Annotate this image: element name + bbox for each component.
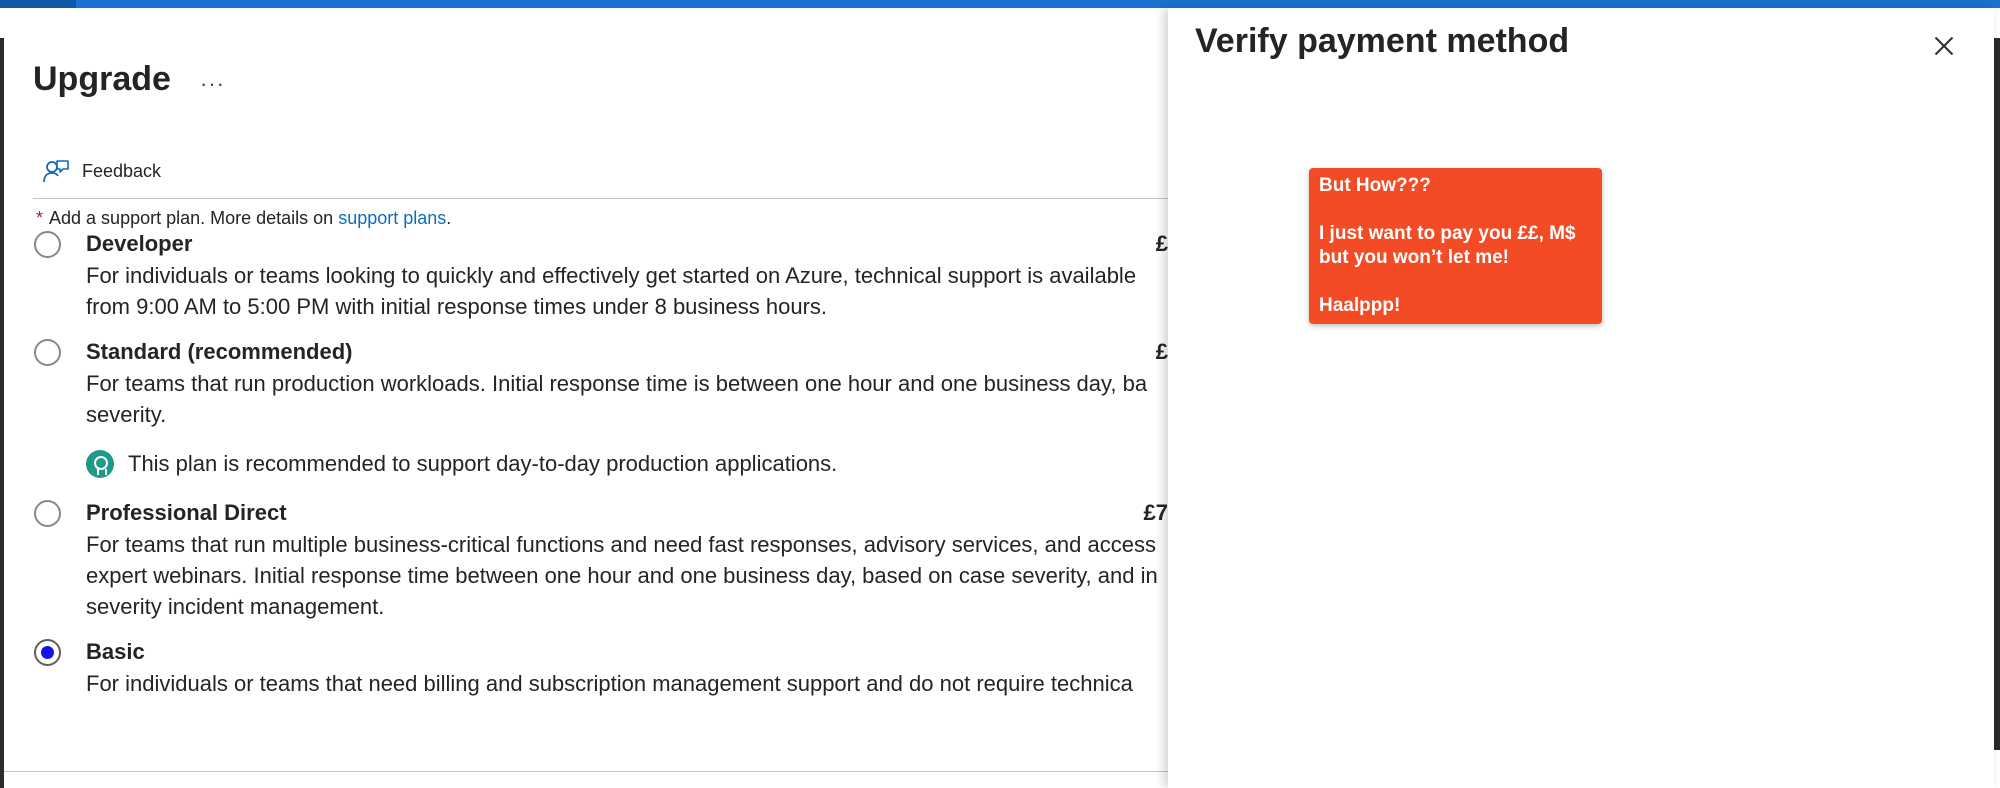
panel-title: Verify payment method [1195, 22, 1570, 60]
plan-price: £ [1155, 231, 1168, 256]
note-spacer [1319, 270, 1592, 294]
close-icon[interactable] [1930, 32, 1958, 60]
plan-professional-direct: Professional Direct £7 For teams that ru… [34, 500, 1168, 619]
upgrade-blade: Upgrade ··· Feedback * Add a support plan… [4, 8, 1173, 771]
note-line: but you won’t let me! [1319, 247, 1509, 268]
plan-basic-radio[interactable] [34, 639, 61, 666]
note-line: But How??? [1319, 175, 1431, 196]
plan-price: £7 [1143, 500, 1168, 525]
plan-standard: Standard (recommended) £ For teams that … [34, 339, 1168, 479]
plan-name: Standard (recommended) [86, 339, 353, 364]
blade-bottom-border [4, 771, 1168, 772]
plan-price: £ [1155, 339, 1168, 364]
plan-name: Basic [86, 639, 145, 664]
sticky-note: But How??? I just want to pay you ££, M$… [1309, 168, 1602, 324]
plan-description: For individuals or teams that need billi… [86, 671, 1133, 696]
verify-payment-panel: Verify payment method But How??? I just … [1168, 8, 1994, 788]
feedback-label: Feedback [82, 160, 162, 181]
plan-professional-direct-radio[interactable] [34, 500, 61, 527]
note-line: I just want to pay you ££, M$ [1319, 223, 1576, 244]
support-note-prefix: Add a support plan. More details on [49, 208, 339, 228]
plan-description: For teams that run multiple business-cri… [86, 532, 1158, 619]
support-note-suffix: . [446, 208, 452, 228]
plan-name: Professional Direct [86, 500, 287, 525]
plan-developer-radio[interactable] [34, 231, 61, 258]
toolbar-divider [33, 198, 1173, 199]
award-badge-icon [86, 450, 114, 478]
right-edge [1994, 38, 2000, 750]
required-mark: * [36, 208, 44, 228]
page-title: Upgrade [33, 60, 171, 98]
note-spacer [1319, 198, 1592, 222]
support-plans-link[interactable]: support plans [338, 208, 446, 228]
plan-standard-radio[interactable] [34, 339, 61, 366]
plan-basic: Basic For individuals or teams that need… [34, 639, 1168, 699]
note-line: Haalppp! [1319, 295, 1401, 316]
plan-description: For teams that run production workloads.… [86, 371, 1148, 427]
more-options-button[interactable]: ··· [200, 73, 225, 95]
plan-description: For individuals or teams looking to quic… [86, 263, 1137, 319]
feedback-button[interactable]: Feedback [42, 158, 161, 184]
plan-developer: Developer £ For individuals or teams loo… [34, 231, 1168, 319]
top-accent-segment [0, 0, 76, 8]
recommendation-note: This plan is recommended to support day-… [86, 450, 837, 478]
feedback-icon [43, 160, 69, 183]
top-accent-bar [0, 0, 2000, 8]
plan-name: Developer [86, 231, 193, 256]
support-plan-note: * Add a support plan. More details on sup… [36, 208, 451, 229]
recommendation-text: This plan is recommended to support day-… [128, 451, 838, 476]
